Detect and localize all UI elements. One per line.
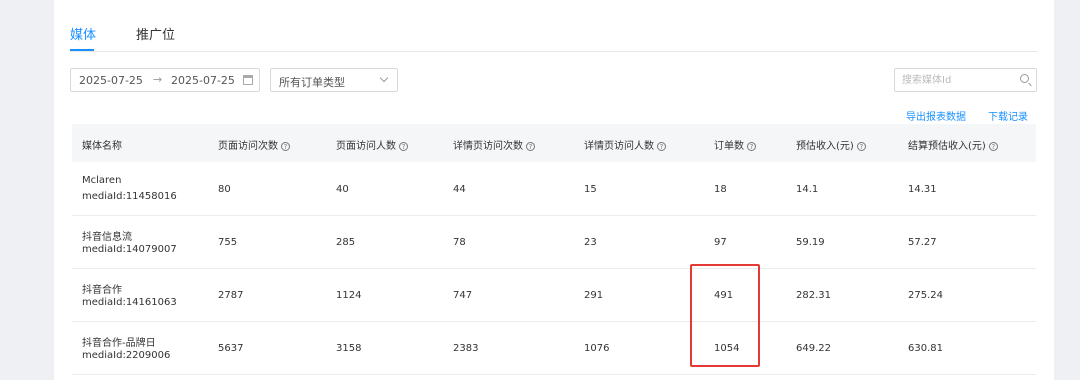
col-label: 详情页访问人数 <box>584 141 654 152</box>
settled-income-cell: 275.24 <box>908 290 943 301</box>
report-panel: 媒体 推广位 2025-07-25 → 2025-07-25 所有订单类型 导出… <box>54 0 1054 380</box>
page-visits-cell: 755 <box>218 237 238 248</box>
col-label: 页面访问次数 <box>218 141 278 152</box>
help-icon[interactable]: ? <box>399 142 408 151</box>
export-report-link[interactable]: 导出报表数据 <box>906 108 966 123</box>
orders-highlight-box <box>690 264 760 367</box>
col-detail-visits: 详情页访问次数? <box>453 137 535 152</box>
table-row: Mclaren mediaId:11458016 80 40 44 15 18 … <box>72 163 1036 216</box>
media-id: mediaId:11458016 <box>82 191 177 202</box>
detail-visitors-cell: 23 <box>584 237 597 248</box>
orders-cell: 97 <box>714 237 727 248</box>
search-box[interactable] <box>894 68 1037 92</box>
settled-income-cell: 630.81 <box>908 343 943 354</box>
date-start[interactable]: 2025-07-25 <box>79 74 143 87</box>
help-icon[interactable]: ? <box>281 142 290 151</box>
detail-visits-cell: 747 <box>453 290 473 301</box>
media-name: 抖音合作 <box>82 285 122 296</box>
table-row: 抖音信息流 mediaId:14079007 755 285 78 23 97 … <box>72 216 1036 269</box>
help-icon[interactable]: ? <box>856 142 866 151</box>
media-name: Mclaren <box>82 175 122 186</box>
calendar-icon <box>243 75 253 85</box>
help-icon[interactable]: ? <box>747 142 756 151</box>
col-label: 媒体名称 <box>82 141 122 152</box>
est-income-cell: 282.31 <box>796 290 831 301</box>
detail-visitors-cell: 1076 <box>584 343 610 354</box>
media-name: 抖音信息流 <box>82 232 132 243</box>
media-id-search-input[interactable] <box>895 69 1015 91</box>
search-icon[interactable] <box>1020 74 1029 83</box>
est-income-cell: 649.22 <box>796 343 831 354</box>
col-detail-visitors: 详情页访问人数? <box>584 137 666 152</box>
col-label: 详情页访问次数 <box>453 141 523 152</box>
download-records-link[interactable]: 下载记录 <box>988 108 1028 123</box>
table-header: 媒体名称 页面访问次数? 页面访问人数? 详情页访问次数? 详情页访问人数? 订… <box>72 124 1036 162</box>
orders-cell: 18 <box>714 184 727 195</box>
media-id: mediaId:2209006 <box>82 350 171 361</box>
col-page-visits: 页面访问次数? <box>218 137 290 152</box>
page-visits-cell: 5637 <box>218 343 244 354</box>
page-visitors-cell: 1124 <box>336 290 362 301</box>
help-icon[interactable]: ? <box>988 142 998 151</box>
settled-income-cell: 14.31 <box>908 184 937 195</box>
settled-income-cell: 57.27 <box>908 237 937 248</box>
col-orders: 订单数? <box>714 137 756 152</box>
tab-bar: 媒体 推广位 <box>70 0 1038 52</box>
active-tab-indicator <box>70 49 94 51</box>
tab-media[interactable]: 媒体 <box>70 24 96 43</box>
page-visits-cell: 80 <box>218 184 231 195</box>
media-id: mediaId:14079007 <box>82 244 177 255</box>
help-icon[interactable]: ? <box>526 142 535 151</box>
arrow-right-icon: → <box>153 73 163 86</box>
page-visitors-cell: 285 <box>336 237 356 248</box>
col-label: 订单数 <box>714 141 744 152</box>
date-end[interactable]: 2025-07-25 <box>171 74 235 87</box>
col-media-name: 媒体名称 <box>82 137 122 152</box>
est-income-cell: 14.1 <box>796 184 819 195</box>
media-id: mediaId:14161063 <box>82 297 177 308</box>
detail-visitors-cell: 291 <box>584 290 604 301</box>
col-label: 页面访问人数 <box>336 141 396 152</box>
page-visitors-cell: 3158 <box>336 343 362 354</box>
date-range-picker[interactable]: 2025-07-25 → 2025-07-25 <box>70 68 260 92</box>
order-type-value: 所有订单类型 <box>279 76 345 89</box>
col-label: 结算预估收入(元) <box>908 141 986 152</box>
detail-visits-cell: 2383 <box>453 343 479 354</box>
col-label: 预估收入(元) <box>796 141 854 152</box>
est-income-cell: 59.19 <box>796 237 825 248</box>
chevron-down-icon <box>379 73 389 83</box>
detail-visits-cell: 44 <box>453 184 466 195</box>
help-icon[interactable]: ? <box>657 142 666 151</box>
col-est-income: 预估收入(元)? <box>796 137 866 152</box>
media-name: 抖音合作-品牌日 <box>82 338 156 349</box>
tab-promotion-slot[interactable]: 推广位 <box>136 24 175 43</box>
detail-visitors-cell: 15 <box>584 184 597 195</box>
detail-visits-cell: 78 <box>453 237 466 248</box>
table-row: 抖音合作-品牌日 mediaId:2209006 5637 3158 2383 … <box>72 322 1036 375</box>
page-visits-cell: 2787 <box>218 290 244 301</box>
table-row: 抖音合作 mediaId:14161063 2787 1124 747 291 … <box>72 269 1036 322</box>
col-page-visitors: 页面访问人数? <box>336 137 408 152</box>
col-settled-est-income: 结算预估收入(元)? <box>908 137 998 152</box>
page-visitors-cell: 40 <box>336 184 349 195</box>
order-type-select[interactable]: 所有订单类型 <box>270 68 398 92</box>
